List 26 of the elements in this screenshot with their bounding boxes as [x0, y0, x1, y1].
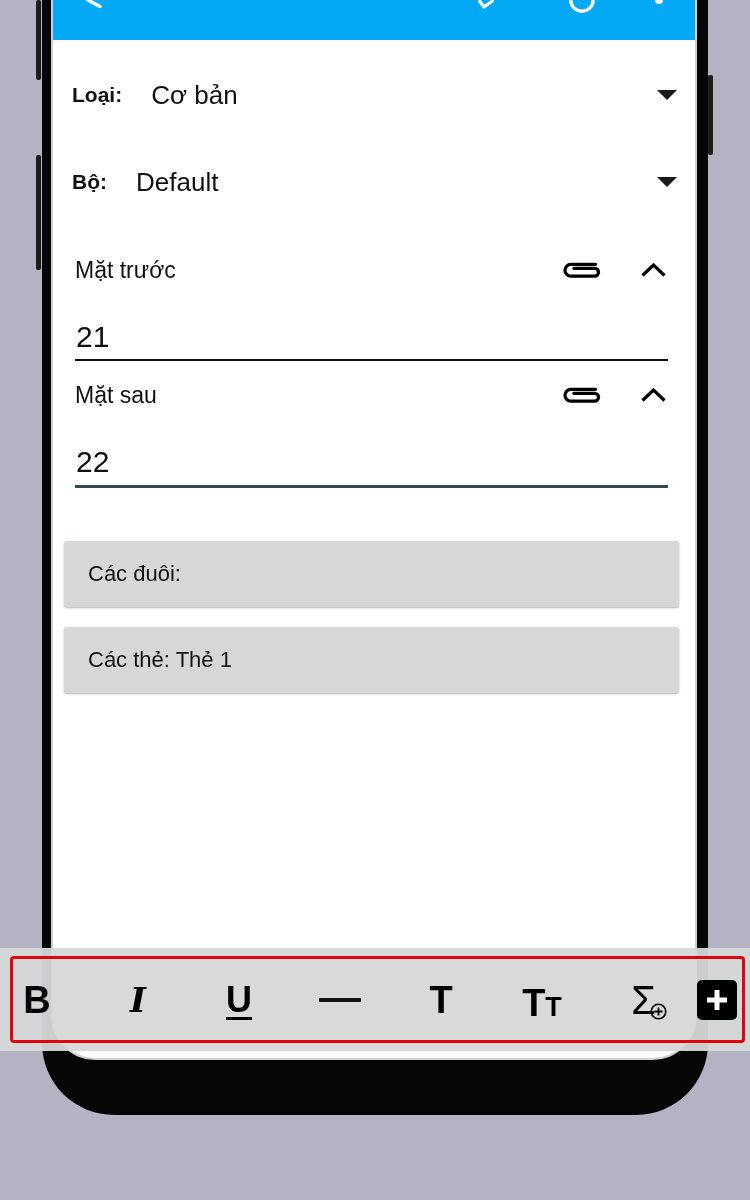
formula-button[interactable]: Σ	[625, 969, 673, 1030]
underline-button[interactable]: U	[215, 969, 263, 1030]
chevron-up-icon[interactable]	[641, 263, 666, 277]
title-button[interactable]: T	[417, 969, 465, 1030]
field-label: Mặt sau	[75, 381, 158, 410]
field-label: Mặt trước	[75, 256, 177, 285]
bold-button[interactable]: B	[13, 969, 61, 1030]
add-box-icon	[697, 979, 737, 1020]
paperclip-icon[interactable]	[563, 386, 601, 404]
diagonal-stroke-icon[interactable]	[86, 0, 102, 8]
selector-card[interactable]: Các thẻ: Thẻ 1	[64, 627, 679, 693]
text-size-button[interactable]: TT	[518, 969, 566, 1030]
paperclip-icon[interactable]	[563, 261, 601, 279]
text-field[interactable]: 21	[75, 320, 668, 361]
italic-button[interactable]: I	[114, 969, 162, 1030]
check-icon[interactable]	[478, 0, 494, 9]
field-label: Bộ:	[72, 169, 107, 194]
ring-icon[interactable]	[568, 0, 596, 14]
dropdown[interactable]: Default	[136, 165, 677, 198]
dropdown-arrow-icon[interactable]	[657, 176, 677, 187]
selector-card[interactable]: Các đuôi:	[64, 541, 679, 607]
dropdown[interactable]: Cơ bản	[151, 78, 677, 111]
field-label: Loại:	[72, 82, 123, 107]
text-field[interactable]: 22	[75, 445, 668, 488]
dropdown-arrow-icon[interactable]	[657, 89, 677, 100]
chevron-up-icon[interactable]	[641, 388, 666, 402]
